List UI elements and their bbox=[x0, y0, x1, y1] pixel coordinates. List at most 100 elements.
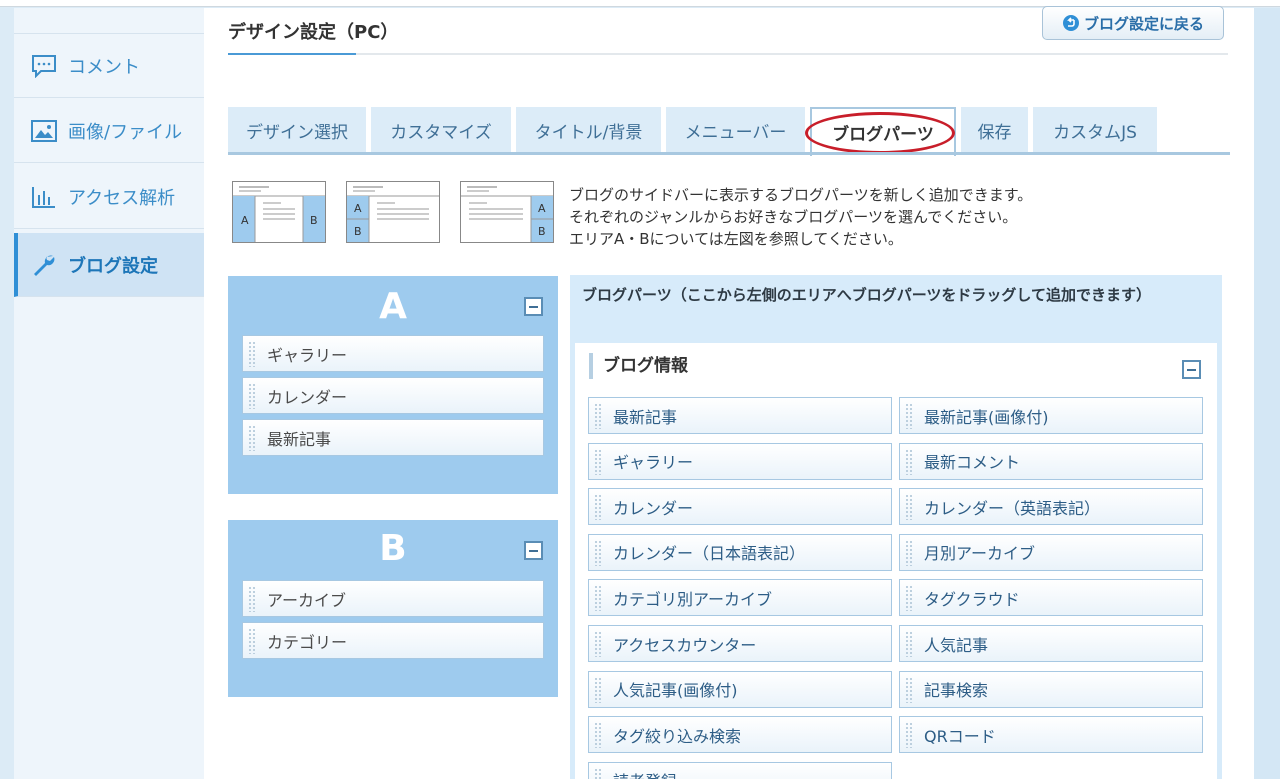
collapse-area-a-button[interactable] bbox=[524, 297, 543, 316]
blog-part-item[interactable]: 最新コメント bbox=[899, 442, 1203, 480]
part-label: カテゴリー bbox=[267, 632, 348, 652]
page-title: デザイン設定（PC） bbox=[228, 22, 399, 43]
layout-label-a: A bbox=[538, 202, 546, 215]
title-divider bbox=[228, 53, 1228, 55]
part-label: 人気記事(画像付) bbox=[613, 681, 738, 701]
blog-part-item[interactable]: タグ絞り込み検索 bbox=[588, 716, 892, 754]
blog-part-item[interactable]: 月別アーカイブ bbox=[899, 533, 1203, 571]
sidebar-item-access-analysis[interactable]: アクセス解析 bbox=[14, 165, 204, 229]
area-b-part-item[interactable]: アーカイブ bbox=[242, 580, 544, 617]
area-a-letter: A bbox=[379, 286, 407, 327]
blog-part-item[interactable]: QRコード bbox=[899, 716, 1203, 754]
blog-part-item[interactable]: 読者登録 bbox=[588, 761, 892, 779]
page-right-gutter bbox=[1254, 8, 1280, 779]
area-a-dropzone[interactable]: A ギャラリー カレンダー 最新記事 bbox=[228, 276, 558, 494]
sidebar-item-truncated[interactable] bbox=[14, 8, 204, 34]
part-label: カレンダー（日本語表記） bbox=[613, 544, 806, 564]
area-a-part-item[interactable]: ギャラリー bbox=[242, 335, 544, 372]
tab-label: カスタムJS bbox=[1053, 122, 1137, 143]
area-b-dropzone[interactable]: B アーカイブ カテゴリー bbox=[228, 520, 558, 697]
part-label: 月別アーカイブ bbox=[924, 544, 1036, 564]
blog-part-item[interactable]: カレンダー（日本語表記） bbox=[588, 533, 892, 571]
main-content: デザイン設定（PC） ブログ設定に戻る デザイン選択 カスタマイズ タイトル/背… bbox=[204, 6, 1254, 779]
layout-diagram-ab-left: A B bbox=[346, 181, 440, 243]
tab-blog-parts[interactable]: ブログパーツ bbox=[805, 107, 956, 156]
speech-bubble-icon bbox=[31, 54, 57, 78]
part-label: カレンダー bbox=[613, 498, 694, 518]
tab-menubar[interactable]: メニューバー bbox=[666, 107, 805, 153]
part-label: 最新記事 bbox=[613, 407, 678, 427]
sidebar-item-label: コメント bbox=[68, 56, 140, 78]
wrench-icon bbox=[31, 253, 57, 277]
part-label: 最新コメント bbox=[924, 453, 1021, 473]
area-b-letter: B bbox=[379, 528, 407, 569]
part-label: ギャラリー bbox=[613, 453, 694, 473]
tab-label: デザイン選択 bbox=[246, 122, 348, 143]
blog-part-item[interactable]: 記事検索 bbox=[899, 670, 1203, 708]
collapse-area-b-button[interactable] bbox=[524, 541, 543, 560]
tab-title-background[interactable]: タイトル/背景 bbox=[516, 107, 661, 153]
tab-custom-js[interactable]: カスタムJS bbox=[1033, 107, 1157, 153]
part-label: アクセスカウンター bbox=[613, 635, 757, 655]
description-line: ブログのサイドバーに表示するブログパーツを新しく追加できます。 bbox=[569, 186, 1033, 204]
layout-diagram-ab-right: A B bbox=[460, 181, 554, 243]
collapse-group-button[interactable] bbox=[1182, 360, 1201, 379]
area-a-part-item[interactable]: 最新記事 bbox=[242, 419, 544, 456]
sidebar-item-blog-settings[interactable]: ブログ設定 bbox=[14, 233, 204, 297]
back-button-label: ブログ設定に戻る bbox=[1083, 14, 1204, 33]
sidebar-item-image-file[interactable]: 画像/ファイル bbox=[14, 99, 204, 163]
tab-label: 保存 bbox=[977, 122, 1012, 143]
sidebar-item-label: ブログ設定 bbox=[68, 255, 158, 277]
description-line: それぞれのジャンルからお好きなブログパーツを選んでください。 bbox=[569, 208, 1018, 226]
blog-info-group: ブログ情報 最新記事 最新記事(画像付) ギャラリー 最新コメント カレンダー カレンダー… bbox=[575, 343, 1217, 779]
area-b-part-item[interactable]: カテゴリー bbox=[242, 622, 544, 659]
layout-label-a: A bbox=[354, 202, 362, 215]
part-label: 最新記事 bbox=[267, 429, 332, 449]
layout-label-b: B bbox=[354, 225, 362, 238]
sidebar: コメント 画像/ファイル アクセス解析 ブログ設定 bbox=[14, 8, 204, 779]
blog-part-item[interactable]: タグクラウド bbox=[899, 579, 1203, 617]
part-label: カレンダー bbox=[267, 387, 348, 407]
description-line: エリアA・Bについては左図を参照してください。 bbox=[569, 230, 903, 248]
tab-save[interactable]: 保存 bbox=[961, 107, 1028, 153]
part-label: QRコード bbox=[924, 726, 996, 746]
tab-customize[interactable]: カスタマイズ bbox=[371, 107, 511, 153]
part-label: カテゴリ別アーカイブ bbox=[613, 589, 773, 609]
part-label: アーカイブ bbox=[267, 590, 347, 610]
layout-label-b: B bbox=[310, 214, 318, 227]
blog-part-item[interactable]: 最新記事(画像付) bbox=[899, 397, 1203, 434]
layout-diagram-a-left-b-right: A B bbox=[232, 181, 326, 243]
blog-part-item[interactable]: 人気記事 bbox=[899, 625, 1203, 662]
tab-design-select[interactable]: デザイン選択 bbox=[228, 107, 366, 153]
part-label: カレンダー（英語表記） bbox=[924, 498, 1101, 518]
part-label: 人気記事 bbox=[924, 635, 989, 655]
area-a-part-item[interactable]: カレンダー bbox=[242, 377, 544, 414]
sidebar-item-label: 画像/ファイル bbox=[68, 121, 183, 143]
highlight-circle-annotation bbox=[805, 112, 955, 154]
parts-description: ブログのサイドバーに表示するブログパーツを新しく追加できます。 それぞれのジャン… bbox=[569, 184, 1032, 250]
blog-parts-panel: ブログパーツ（ここから左側のエリアへブログパーツをドラッグして追加できます） ブ… bbox=[570, 275, 1222, 779]
part-label: ギャラリー bbox=[267, 345, 348, 365]
layout-label-a: A bbox=[241, 214, 249, 227]
blog-part-item[interactable]: 人気記事(画像付) bbox=[588, 670, 892, 708]
layout-label-b: B bbox=[538, 225, 546, 238]
blog-part-item[interactable]: 最新記事 bbox=[588, 397, 892, 434]
blog-part-item[interactable]: カレンダー（英語表記） bbox=[899, 488, 1203, 526]
tabs-underline bbox=[228, 152, 1230, 155]
image-icon bbox=[31, 119, 57, 143]
part-label: 最新記事(画像付) bbox=[924, 407, 1049, 427]
tab-label: カスタマイズ bbox=[390, 122, 492, 143]
blog-part-item[interactable]: カテゴリ別アーカイブ bbox=[588, 579, 892, 617]
blog-part-item[interactable]: ギャラリー bbox=[588, 442, 892, 480]
part-label: 読者登録 bbox=[613, 768, 677, 779]
sidebar-item-comment[interactable]: コメント bbox=[14, 34, 204, 98]
part-label: タグクラウド bbox=[924, 589, 1020, 609]
title-divider-accent bbox=[228, 53, 356, 55]
sidebar-item-label: アクセス解析 bbox=[68, 187, 176, 209]
blog-part-item[interactable]: アクセスカウンター bbox=[588, 625, 892, 662]
group-title: ブログ情報 bbox=[589, 353, 688, 379]
part-label: タグ絞り込み検索 bbox=[613, 726, 742, 746]
back-to-blog-settings-button[interactable]: ブログ設定に戻る bbox=[1042, 6, 1224, 40]
blog-part-item[interactable]: カレンダー bbox=[588, 488, 892, 526]
tab-label: メニューバー bbox=[684, 122, 787, 143]
